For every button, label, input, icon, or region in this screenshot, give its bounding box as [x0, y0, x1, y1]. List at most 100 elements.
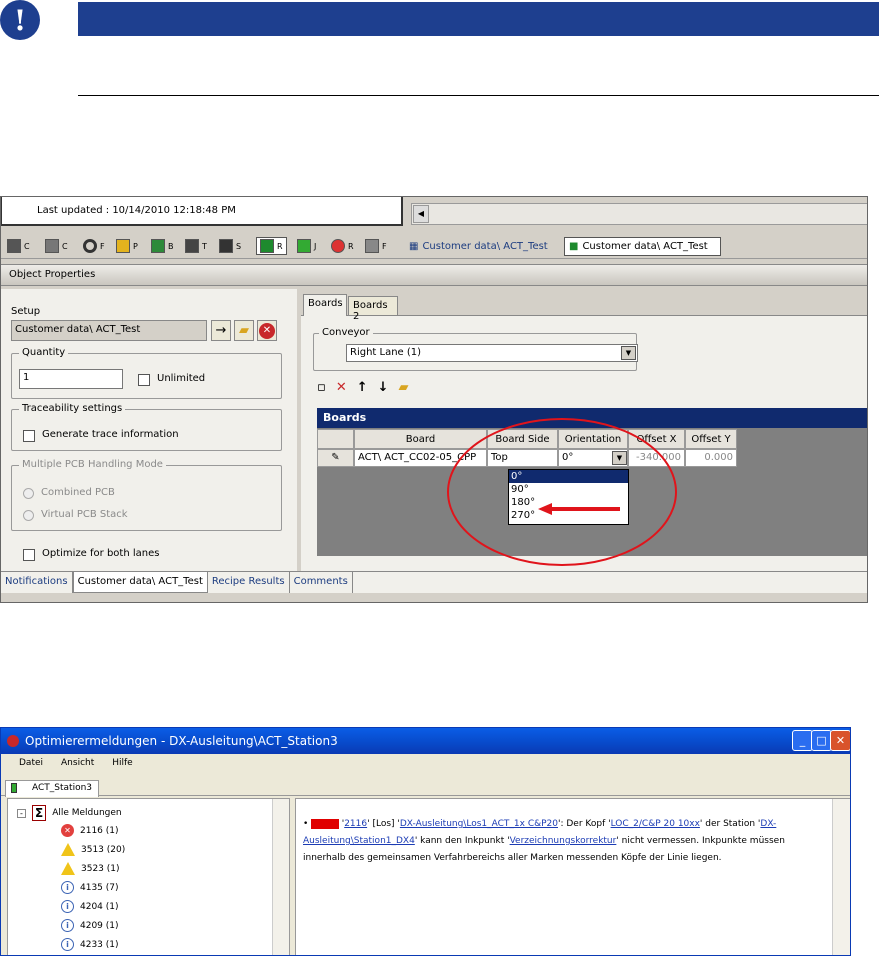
- window-title: Optimierermeldungen - DX-Ausleitung\ACT_…: [25, 734, 338, 748]
- menu-hilfe[interactable]: Hilfe: [112, 758, 132, 770]
- last-updated-text: Last updated : 10/14/2010 12:18:48 PM: [37, 205, 236, 216]
- menu-ansicht[interactable]: Ansicht: [61, 758, 94, 770]
- new-icon[interactable]: ▫: [317, 380, 326, 395]
- setup-field[interactable]: Customer data\ ACT_Test: [11, 320, 207, 341]
- toolbar-item-r-active[interactable]: R: [256, 237, 287, 255]
- setup-label: Setup: [11, 306, 41, 317]
- tab-boards-2[interactable]: Boards 2: [348, 296, 398, 322]
- delete-icon[interactable]: ✕: [336, 380, 347, 395]
- info-icon: i: [61, 938, 74, 951]
- message-scrollbar[interactable]: [832, 799, 850, 955]
- object-properties-header: Object Properties: [1, 264, 867, 286]
- combined-pcb-radio[interactable]: [23, 488, 34, 499]
- combined-pcb-label: Combined PCB: [41, 487, 115, 498]
- unlimited-checkbox[interactable]: [138, 374, 150, 386]
- toolbar-item-c2[interactable]: C: [45, 239, 68, 253]
- toolbar-item-t[interactable]: T: [185, 239, 207, 253]
- optimizer-messages-window: Optimierermeldungen - DX-Ausleitung\ACT_…: [0, 727, 851, 956]
- message-text: • Fehler '2116' [Los] 'DX-Ausleitung\Los…: [303, 819, 785, 863]
- sigma-icon: Σ: [32, 805, 47, 821]
- tree-item[interactable]: i 4209 (1): [61, 919, 119, 932]
- open-folder-button[interactable]: ▰: [234, 320, 254, 341]
- tree-item[interactable]: i 4135 (7): [61, 881, 119, 894]
- delete-button[interactable]: ✕: [257, 320, 277, 341]
- row-header-corner: [317, 429, 354, 449]
- tab-customer-data-1[interactable]: ▦ Customer data\ ACT_Test: [409, 237, 561, 255]
- collapse-icon[interactable]: -: [17, 808, 26, 818]
- tab-act-station3[interactable]: ACT_Station3: [5, 780, 99, 797]
- station-icon: [219, 239, 233, 253]
- toolbar-item-f[interactable]: F: [83, 239, 105, 253]
- quantity-input[interactable]: 1: [19, 369, 123, 389]
- generate-trace-checkbox[interactable]: [23, 430, 35, 442]
- close-button[interactable]: ✕: [830, 730, 850, 751]
- tab-customer-data[interactable]: Customer data\ ACT_Test: [72, 572, 208, 593]
- tab-comments[interactable]: Comments: [290, 572, 353, 593]
- object-properties-screenshot: Last updated : 10/14/2010 12:18:48 PM ◀ …: [0, 196, 868, 603]
- monitor-icon: [7, 239, 21, 253]
- toolbar-item-f2[interactable]: F: [365, 239, 387, 253]
- traceability-label: Traceability settings: [19, 403, 126, 414]
- toolbar-item-r2[interactable]: R: [331, 239, 354, 253]
- message-code-link[interactable]: 2116: [344, 819, 367, 829]
- scroll-left-icon[interactable]: ◀: [413, 205, 429, 223]
- info-icon: i: [61, 881, 74, 894]
- tab-boards[interactable]: Boards: [303, 294, 347, 316]
- document-icon: [365, 239, 379, 253]
- apply-button[interactable]: →: [211, 320, 231, 341]
- quantity-label: Quantity: [19, 347, 69, 358]
- tree-scrollbar[interactable]: [272, 799, 289, 955]
- chevron-down-icon[interactable]: ▼: [621, 346, 636, 360]
- inkpoint-link[interactable]: Verzeichnungskorrektur: [510, 836, 617, 846]
- tree-item[interactable]: i 4233 (1): [61, 938, 119, 951]
- virtual-pcb-label: Virtual PCB Stack: [41, 509, 128, 520]
- info-icon: i: [61, 900, 74, 913]
- minimize-button[interactable]: _: [792, 730, 813, 751]
- message-tree: [7, 798, 290, 955]
- tree-item[interactable]: ✕ 2116 (1): [61, 824, 119, 837]
- virtual-pcb-radio[interactable]: [23, 510, 34, 521]
- unlimited-label: Unlimited: [157, 373, 206, 384]
- error-tag: Fehler: [311, 819, 339, 829]
- head-link[interactable]: LOC_2/C&P 20 10xx: [611, 819, 700, 829]
- edit-row-icon[interactable]: ✎: [317, 449, 354, 467]
- optimize-lanes-label: Optimize for both lanes: [42, 548, 160, 559]
- pcb-handling-group: [11, 465, 282, 531]
- tree-item[interactable]: 3513 (20): [61, 843, 125, 856]
- table-icon: [185, 239, 199, 253]
- folder-icon: ▦: [409, 240, 419, 252]
- column-header-board[interactable]: Board: [354, 429, 487, 449]
- toolbar-item-p[interactable]: P: [116, 239, 138, 253]
- tab-customer-data-2[interactable]: ■ Customer data\ ACT_Test: [564, 237, 721, 256]
- highlight-ellipse: [447, 418, 677, 566]
- close-icon: ✕: [259, 322, 275, 339]
- tab-recipe-results[interactable]: Recipe Results: [208, 572, 290, 593]
- lot-link[interactable]: DX-Ausleitung\Los1_ACT_1x C&P20: [400, 819, 558, 829]
- tab-notifications[interactable]: Notifications: [1, 572, 73, 593]
- arrow-down-icon[interactable]: ↓: [378, 380, 389, 395]
- target-icon: [331, 239, 345, 253]
- conveyor-select[interactable]: Right Lane (1): [346, 344, 638, 362]
- maximize-button[interactable]: □: [811, 730, 832, 751]
- optimize-lanes-checkbox[interactable]: [23, 549, 35, 561]
- horizontal-scrollbar[interactable]: [411, 203, 867, 225]
- notice-bar: [78, 2, 879, 36]
- tree-item[interactable]: i 4204 (1): [61, 900, 119, 913]
- arrow-up-icon[interactable]: ↑: [357, 380, 368, 395]
- tree-item[interactable]: 3523 (1): [61, 862, 120, 875]
- pcb-handling-label: Multiple PCB Handling Mode: [19, 459, 166, 470]
- folder-open-icon[interactable]: ▰: [399, 380, 409, 395]
- toolbar-item-b[interactable]: B: [151, 239, 174, 253]
- info-icon: i: [61, 919, 74, 932]
- toolbar-item-c1[interactable]: C: [7, 239, 30, 253]
- column-header-offset-y[interactable]: Offset Y: [685, 429, 737, 449]
- recipe-icon: ■: [569, 241, 579, 252]
- menu-datei[interactable]: Datei: [19, 758, 43, 770]
- tree-root[interactable]: - Σ Alle Meldungen: [17, 805, 122, 821]
- recipe-icon: [260, 239, 274, 253]
- traffic-light-icon: [297, 239, 311, 253]
- toolbar-item-s[interactable]: S: [219, 239, 241, 253]
- toolbar-item-j[interactable]: J: [297, 239, 316, 253]
- board-icon: [151, 239, 165, 253]
- offset-y-cell[interactable]: 0.000: [685, 449, 737, 467]
